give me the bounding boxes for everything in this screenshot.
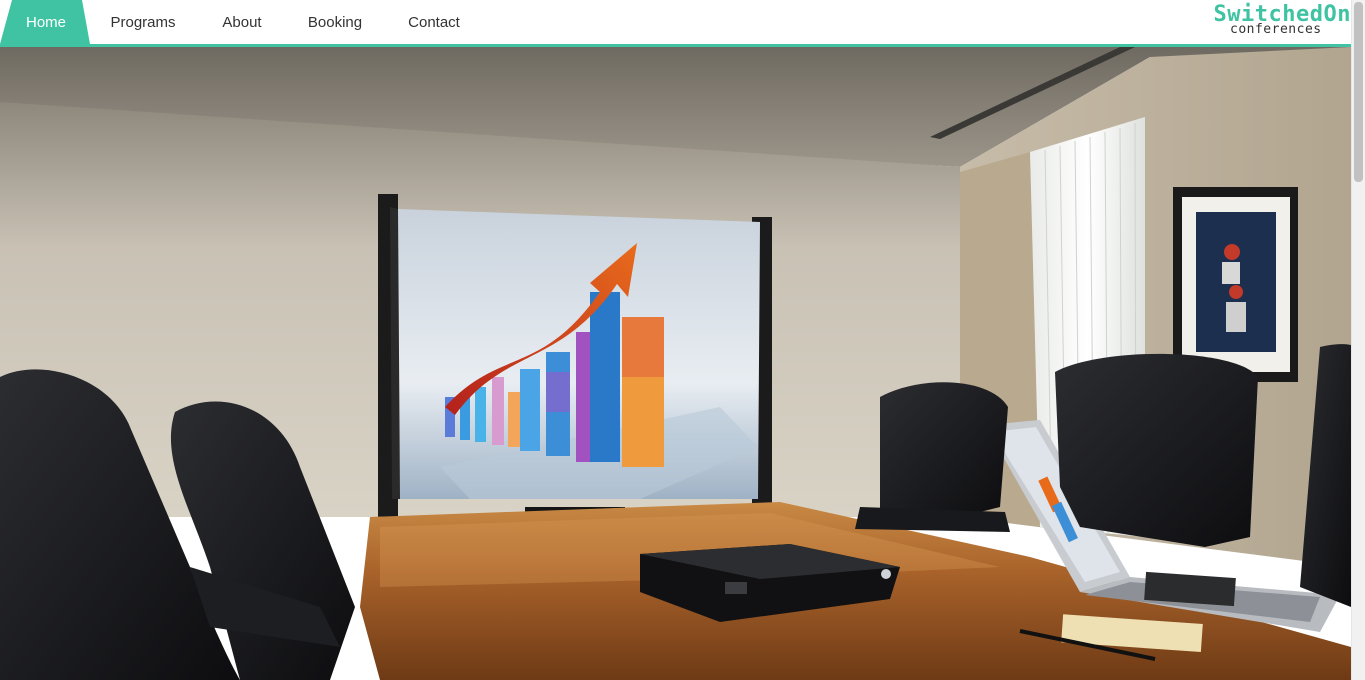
hero-image	[0, 47, 1351, 680]
scrollbar-thumb[interactable]	[1354, 2, 1363, 182]
brand-logo[interactable]: SwitchedOn conferences	[1200, 0, 1351, 44]
nav-item-label: Programs	[110, 13, 176, 31]
logo-tagline: conferences	[1230, 22, 1322, 37]
vertical-scrollbar[interactable]	[1351, 0, 1365, 680]
nav-item-label: About	[222, 13, 262, 31]
page: Home Programs About Booking Contact Swit…	[0, 0, 1351, 680]
nav-item-programs[interactable]: Programs	[92, 0, 194, 44]
nav-item-label: Home	[25, 13, 66, 31]
conference-room-illustration	[0, 47, 1351, 680]
nav-item-label: Booking	[307, 13, 363, 31]
nav-item-contact[interactable]: Contact	[380, 0, 488, 44]
nav-menu: Home Programs About Booking Contact	[0, 0, 488, 44]
top-navbar: Home Programs About Booking Contact Swit…	[0, 0, 1351, 47]
nav-item-label: Contact	[408, 13, 460, 31]
nav-item-booking[interactable]: Booking	[290, 0, 380, 44]
nav-item-about[interactable]: About	[194, 0, 290, 44]
nav-item-home[interactable]: Home	[0, 0, 92, 44]
